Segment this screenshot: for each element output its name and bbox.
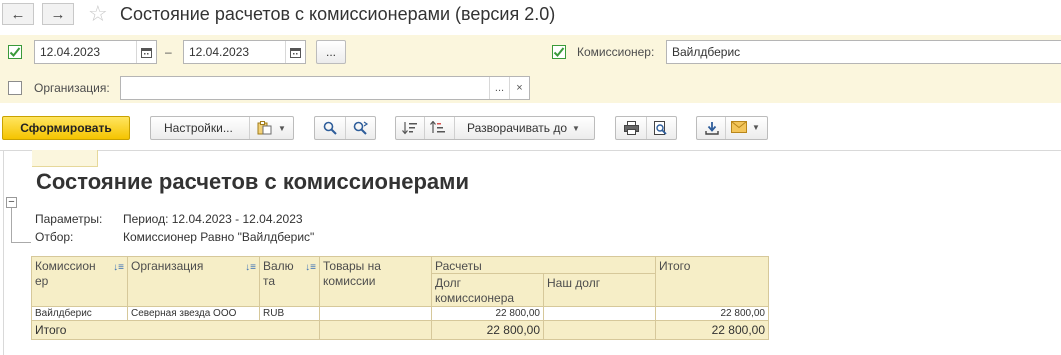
envelope-icon <box>731 121 747 133</box>
sort-icon[interactable]: ↓≡ <box>113 260 124 275</box>
forward-button[interactable]: → <box>42 3 74 25</box>
print-preview-icon[interactable] <box>654 121 668 138</box>
filter-label: Отбор: <box>35 230 74 244</box>
organization-field[interactable]: ... × <box>120 76 530 100</box>
checkmark-icon <box>553 47 565 57</box>
totals-goods <box>320 321 432 340</box>
commissioner-value: Вайлдберис <box>672 45 741 59</box>
period-checkbox[interactable] <box>8 45 22 59</box>
header-goods[interactable]: Товары на комиссии <box>320 257 432 307</box>
period-from-value: 12.04.2023 <box>40 45 101 59</box>
organization-checkbox[interactable] <box>8 81 22 95</box>
totals-our-debt <box>544 321 656 340</box>
grouping-group: Разворачивать до ▼ <box>395 116 595 140</box>
favorite-star-icon[interactable]: ☆ <box>88 1 108 27</box>
expand-to-button[interactable]: Разворачивать до ▼ <box>467 121 580 135</box>
calendar-icon[interactable] <box>285 41 305 63</box>
clipboard-icon <box>257 121 272 135</box>
header-organization[interactable]: Организация ↓≡ <box>128 257 260 307</box>
totals-commissioner-debt: 22 800,00 <box>432 321 544 340</box>
arrow-left-icon: ← <box>10 5 26 23</box>
dropdown-arrow-icon: ▼ <box>572 123 580 133</box>
settings-panel: 12.04.2023 – 12.04.2023 ... Комиссионер:… <box>0 35 1061 103</box>
search-icon[interactable] <box>323 121 337 138</box>
period-select-button[interactable]: ... <box>316 40 346 64</box>
variants-button[interactable]: ▼ <box>257 121 286 135</box>
cell-goods[interactable] <box>320 307 432 321</box>
calendar-icon[interactable] <box>136 41 156 63</box>
report-border-top <box>0 150 1061 151</box>
generate-button[interactable]: Сформировать <box>2 116 130 140</box>
commissioner-label: Комиссионер: <box>577 45 655 59</box>
back-button[interactable]: ← <box>2 3 34 25</box>
settings-button[interactable]: Настройки... <box>164 121 233 135</box>
header-settlements[interactable]: Расчеты <box>432 257 656 274</box>
filter-value: Комиссионер Равно "Вайлдберис" <box>123 230 315 244</box>
period-to-field[interactable]: 12.04.2023 <box>183 40 306 64</box>
window-title: Состояние расчетов с комиссионерами (вер… <box>120 4 556 24</box>
header-our-debt[interactable]: Наш долг <box>544 274 656 307</box>
header-currency[interactable]: Валю та ↓≡ <box>260 257 320 307</box>
dropdown-arrow-icon: ▼ <box>278 123 286 133</box>
arrow-right-icon: → <box>50 5 66 23</box>
cell-commissioner[interactable]: Вайлдберис <box>32 307 128 321</box>
report-title: Состояние расчетов с комиссионерами <box>36 169 469 194</box>
report-corner-cell <box>32 150 98 167</box>
header-commissioner[interactable]: Комиссион ер ↓≡ <box>32 257 128 307</box>
cell-currency[interactable]: RUB <box>260 307 320 321</box>
period-from-field[interactable]: 12.04.2023 <box>34 40 157 64</box>
sort-icon[interactable]: ↓≡ <box>245 260 256 275</box>
sort-icon[interactable]: ↓≡ <box>305 260 316 275</box>
print-icon[interactable] <box>624 121 639 138</box>
collapse-group-icon[interactable]: − <box>6 197 17 208</box>
report-border-left <box>3 150 4 355</box>
period-to-value: 12.04.2023 <box>189 45 250 59</box>
save-download-icon[interactable] <box>705 121 719 138</box>
params-value: Период: 12.04.2023 - 12.04.2023 <box>123 212 303 226</box>
totals-label: Итого <box>32 321 320 340</box>
print-group <box>615 116 677 140</box>
settings-group: Настройки... ▼ <box>150 116 294 140</box>
sort-descending-icon[interactable] <box>402 121 418 138</box>
export-group: ▼ <box>696 116 768 140</box>
commissioner-checkbox[interactable] <box>552 45 566 59</box>
search-next-icon[interactable] <box>353 121 369 138</box>
checkmark-icon <box>9 47 21 57</box>
search-group <box>314 116 376 140</box>
params-label: Параметры: <box>35 212 103 226</box>
organization-label: Организация: <box>34 81 110 95</box>
organization-select-button[interactable]: ... <box>489 77 509 99</box>
cell-our-debt[interactable] <box>544 307 656 321</box>
clear-icon[interactable]: × <box>509 77 529 99</box>
commissioner-field[interactable]: Вайлдберис <box>666 40 1061 64</box>
header-total[interactable]: Итого <box>656 257 769 307</box>
cell-total[interactable]: 22 800,00 <box>656 307 769 321</box>
cell-commissioner-debt[interactable]: 22 800,00 <box>432 307 544 321</box>
cell-organization[interactable]: Северная звезда ООО <box>128 307 260 321</box>
period-dash: – <box>165 45 172 59</box>
send-email-button[interactable]: ▼ <box>731 121 760 133</box>
sort-ascending-icon[interactable] <box>430 120 446 138</box>
expand-to-label: Разворачивать до <box>467 121 568 135</box>
dropdown-arrow-icon: ▼ <box>752 122 760 132</box>
totals-total: 22 800,00 <box>656 321 769 340</box>
header-commissioner-debt[interactable]: Долг комиссионера <box>432 274 544 307</box>
